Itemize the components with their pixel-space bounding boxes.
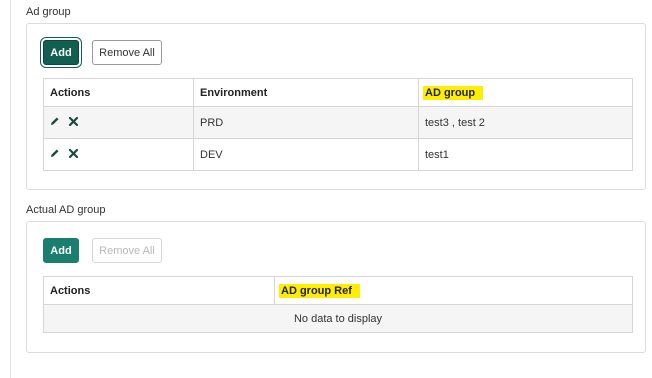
x-icon[interactable] (68, 148, 79, 161)
actual-ad-group-add-button[interactable]: Add (43, 238, 79, 263)
row-ad-group: test1 (418, 138, 633, 171)
table-header-row: Actions AD group Ref (43, 276, 633, 305)
no-data-message: No data to display (43, 304, 633, 333)
ad-group-remove-all-button[interactable]: Remove All (92, 40, 162, 65)
ad-group-table: Actions Environment AD group PRD test3 ,… (43, 78, 633, 171)
ad-group-add-button[interactable]: Add (43, 40, 79, 65)
pencil-icon[interactable] (50, 116, 60, 129)
column-header-actions: Actions (43, 276, 275, 305)
ad-group-panel: Add Remove All Actions Environment AD gr… (26, 23, 646, 190)
table-header-row: Actions Environment AD group (43, 78, 633, 107)
table-row: DEV test1 (43, 138, 633, 171)
row-actions (43, 138, 194, 171)
actual-ad-group-panel: Add Remove All Actions AD group Ref No d… (26, 221, 646, 353)
actual-ad-group-table: Actions AD group Ref No data to display (43, 276, 633, 333)
actual-ad-group-remove-all-button[interactable]: Remove All (92, 238, 162, 263)
column-header-ad-group-ref: AD group Ref (274, 276, 633, 305)
column-header-ad-group: AD group (418, 78, 633, 107)
column-header-environment: Environment (193, 78, 419, 107)
x-icon[interactable] (68, 116, 79, 129)
row-environment: PRD (193, 106, 419, 139)
left-divider (10, 0, 11, 378)
row-ad-group: test3 , test 2 (418, 106, 633, 139)
actual-ad-group-section-label: Actual AD group (26, 204, 106, 216)
row-environment: DEV (193, 138, 419, 171)
highlight-marker: AD group (423, 85, 484, 100)
ad-group-section-label: Ad group (26, 6, 71, 18)
column-header-actions: Actions (43, 78, 194, 107)
empty-row: No data to display (43, 304, 633, 333)
row-actions (43, 106, 194, 139)
pencil-icon[interactable] (50, 148, 60, 161)
table-row: PRD test3 , test 2 (43, 106, 633, 139)
highlight-marker: AD group Ref (279, 283, 360, 298)
